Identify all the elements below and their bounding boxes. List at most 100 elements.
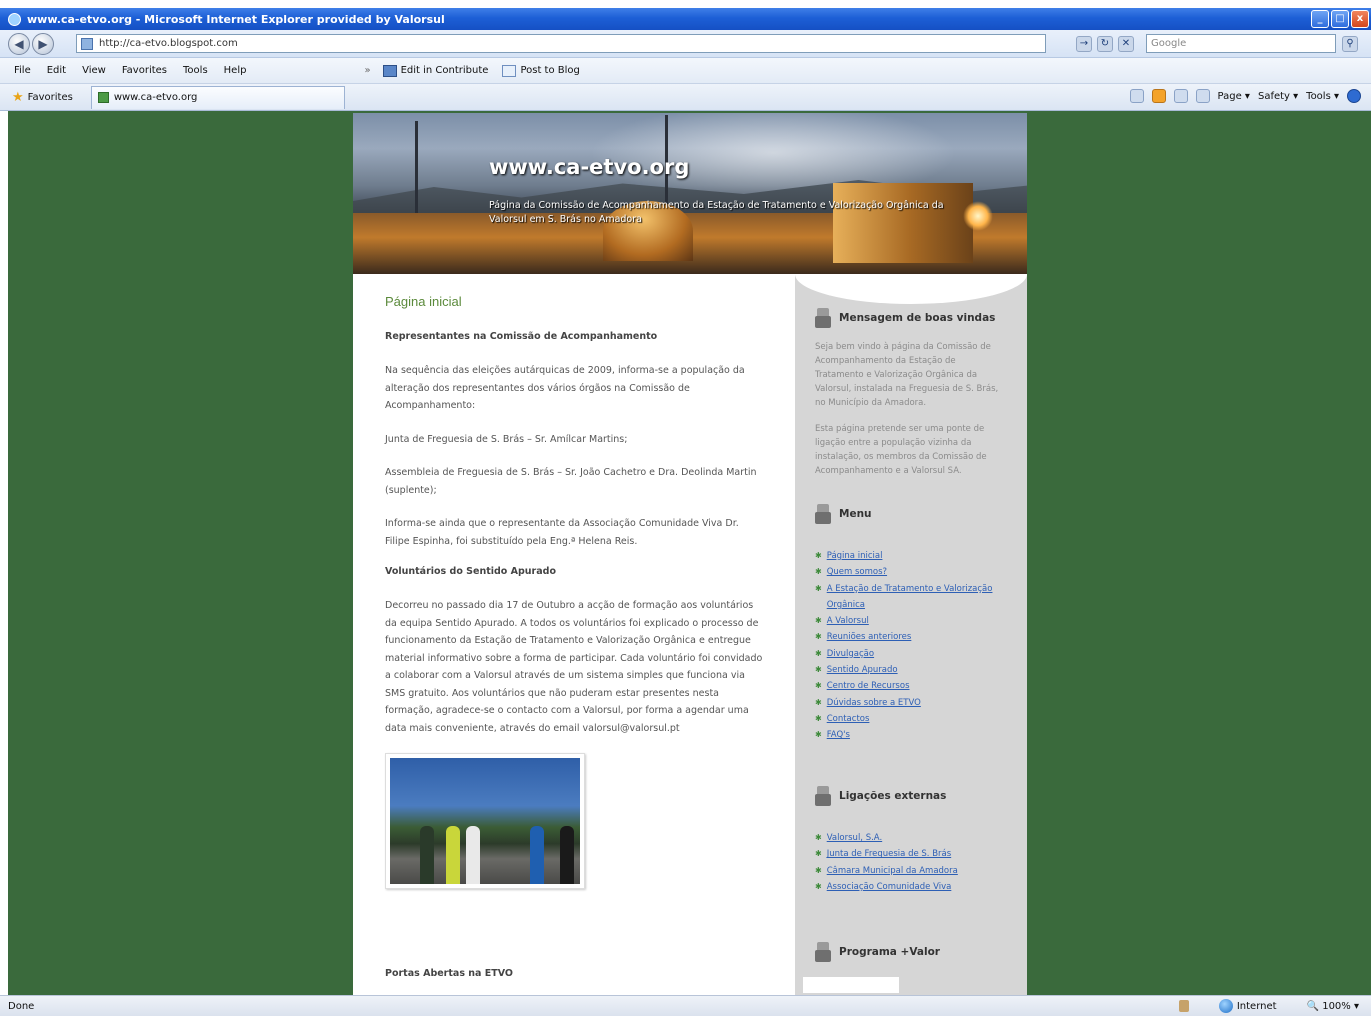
site-title[interactable]: www.ca-etvo.org bbox=[489, 155, 689, 179]
mail-icon bbox=[1173, 89, 1188, 103]
bullet-icon: ✱ bbox=[815, 697, 822, 707]
sidebar-link[interactable]: FAQ's bbox=[827, 727, 850, 743]
sidebar-link[interactable]: A Estação de Tratamento e Valorização Or… bbox=[827, 581, 1015, 614]
external-link[interactable]: Valorsul, S.A. bbox=[827, 830, 882, 846]
menu-favorites[interactable]: Favorites bbox=[122, 65, 167, 76]
tools-menu-label: Tools ▾ bbox=[1306, 90, 1339, 102]
post-paragraph: Na sequência das eleições autárquicas de… bbox=[385, 365, 745, 411]
go-icon[interactable]: → bbox=[1076, 35, 1092, 52]
print-button[interactable] bbox=[1195, 89, 1210, 103]
search-icon[interactable]: ⚲ bbox=[1342, 35, 1358, 52]
bullet-icon: ✱ bbox=[815, 681, 822, 691]
bullet-icon: ✱ bbox=[815, 632, 822, 642]
home-button[interactable] bbox=[1129, 89, 1144, 103]
sidebar-link[interactable]: A Valorsul bbox=[827, 613, 869, 629]
photo-figure bbox=[560, 826, 574, 884]
list-item: ✱ A Estação de Tratamento e Valorização O… bbox=[815, 581, 1015, 614]
menu-bar: File Edit View Favorites Tools Help » Ed… bbox=[0, 58, 1371, 84]
refresh-icon[interactable]: ↻ bbox=[1097, 35, 1113, 52]
sidebar-link[interactable]: Centro de Recursos bbox=[827, 678, 910, 694]
post-to-blog-button[interactable]: Post to Blog bbox=[502, 64, 580, 77]
browser-tab[interactable]: www.ca-etvo.org bbox=[90, 85, 345, 109]
toolbar-separator: » bbox=[364, 65, 371, 76]
menu-title: Menu bbox=[839, 508, 872, 520]
address-tools: → ↻ ✕ bbox=[1076, 35, 1134, 52]
photo-figure bbox=[530, 826, 544, 884]
external-links-title: Ligações externas bbox=[839, 790, 947, 802]
search-placeholder: Google bbox=[1151, 38, 1187, 49]
window-title-bar: www.ca-etvo.org - Microsoft Internet Exp… bbox=[0, 8, 1371, 30]
header-banner: www.ca-etvo.org Página da Comissão de Ac… bbox=[353, 113, 1027, 274]
post-heading: Voluntários do Sentido Apurado bbox=[385, 566, 556, 577]
back-button[interactable]: ◀ bbox=[8, 32, 30, 55]
external-link[interactable]: Associação Comunidade Viva bbox=[827, 879, 952, 895]
external-link[interactable]: Câmara Municipal da Amadora bbox=[827, 863, 958, 879]
menu-help[interactable]: Help bbox=[224, 65, 247, 76]
blog-icon bbox=[502, 64, 517, 77]
post-photo[interactable] bbox=[385, 753, 585, 889]
sidebar-link[interactable]: Dúvidas sobre a ETVO bbox=[827, 695, 921, 711]
zoom-control[interactable]: 🔍 100% ▾ bbox=[1307, 1001, 1359, 1012]
sidebar-link[interactable]: Reuniões anteriores bbox=[827, 629, 912, 645]
tools-menu[interactable]: Tools ▾ bbox=[1306, 91, 1339, 102]
menu-edit[interactable]: Edit bbox=[47, 65, 66, 76]
list-item: ✱ A Valorsul bbox=[815, 613, 1015, 629]
home-icon bbox=[1129, 89, 1144, 103]
feeds-button[interactable] bbox=[1151, 89, 1166, 103]
url-input[interactable]: http://ca-etvo.blogspot.com bbox=[76, 34, 1046, 53]
program-image-placeholder bbox=[803, 977, 899, 993]
sidebar-link[interactable]: Sentido Apurado bbox=[827, 662, 898, 678]
minimize-button[interactable]: _ bbox=[1311, 10, 1329, 28]
page-menu[interactable]: Page ▾ bbox=[1218, 91, 1250, 102]
browser-viewport[interactable]: www.ca-etvo.org Página da Comissão de Ac… bbox=[8, 111, 1371, 995]
zoom-label: 100% bbox=[1322, 1000, 1351, 1012]
page-menu-label: Page ▾ bbox=[1217, 90, 1250, 102]
list-item: ✱ Junta de Freguesia de S. Brás bbox=[815, 846, 1015, 862]
bullet-icon: ✱ bbox=[815, 713, 822, 723]
sidebar: Mensagem de boas vindas Seja bem vindo à… bbox=[795, 274, 1027, 995]
help-icon bbox=[1347, 89, 1361, 103]
post-to-blog-label: Post to Blog bbox=[520, 65, 580, 76]
search-input[interactable]: Google bbox=[1146, 34, 1336, 53]
photo-figure bbox=[420, 826, 434, 884]
widget-heading: Programa +Valor bbox=[815, 942, 1015, 962]
sidebar-top-curve bbox=[795, 274, 1027, 304]
bullet-icon: ✱ bbox=[815, 665, 822, 675]
sidebar-link[interactable]: Contactos bbox=[827, 711, 870, 727]
edit-in-contribute-button[interactable]: Edit in Contribute bbox=[382, 64, 488, 77]
sidebar-link[interactable]: Página inicial bbox=[827, 548, 883, 564]
menu-file[interactable]: File bbox=[14, 65, 31, 76]
list-item: ✱ Centro de Recursos bbox=[815, 678, 1015, 694]
read-mail-button[interactable] bbox=[1173, 89, 1188, 103]
bullet-icon: ✱ bbox=[815, 730, 822, 740]
program-title: Programa +Valor bbox=[839, 946, 940, 958]
maximize-button[interactable]: □ bbox=[1331, 10, 1349, 28]
zone-indicator[interactable]: Internet bbox=[1218, 999, 1277, 1013]
favorites-button[interactable]: ★ Favorites bbox=[12, 90, 73, 105]
zone-label: Internet bbox=[1236, 1001, 1277, 1012]
menu-view[interactable]: View bbox=[82, 65, 106, 76]
welcome-text: Seja bem vindo à página da Comissão de A… bbox=[815, 342, 999, 408]
sidebar-link[interactable]: Divulgação bbox=[827, 646, 874, 662]
external-link[interactable]: Junta de Freguesia de S. Brás bbox=[827, 846, 951, 862]
list-item: ✱ Reuniões anteriores bbox=[815, 629, 1015, 645]
list-item: ✱ Quem somos? bbox=[815, 564, 1015, 580]
bullet-icon: ✱ bbox=[815, 551, 822, 560]
stop-icon[interactable]: ✕ bbox=[1118, 35, 1134, 52]
widget-heading: Ligações externas bbox=[815, 786, 1015, 806]
forward-button[interactable]: ▶ bbox=[32, 32, 54, 55]
status-bar: Done Internet 🔍 100% ▾ bbox=[0, 995, 1371, 1016]
list-item: ✱ Divulgação bbox=[815, 646, 1015, 662]
print-icon bbox=[1195, 89, 1210, 103]
safety-menu[interactable]: Safety ▾ bbox=[1258, 91, 1298, 102]
window-controls: _ □ x bbox=[1311, 10, 1369, 28]
security-icon bbox=[1178, 1000, 1189, 1012]
post-title: Página inicial bbox=[385, 294, 462, 309]
sidebar-link[interactable]: Quem somos? bbox=[827, 564, 887, 580]
menu-tools[interactable]: Tools bbox=[183, 65, 208, 76]
monitor-icon bbox=[815, 786, 831, 806]
close-button[interactable]: x bbox=[1351, 10, 1369, 28]
photo-figure bbox=[466, 826, 480, 884]
contribute-icon bbox=[382, 64, 397, 77]
help-button[interactable] bbox=[1347, 89, 1361, 103]
